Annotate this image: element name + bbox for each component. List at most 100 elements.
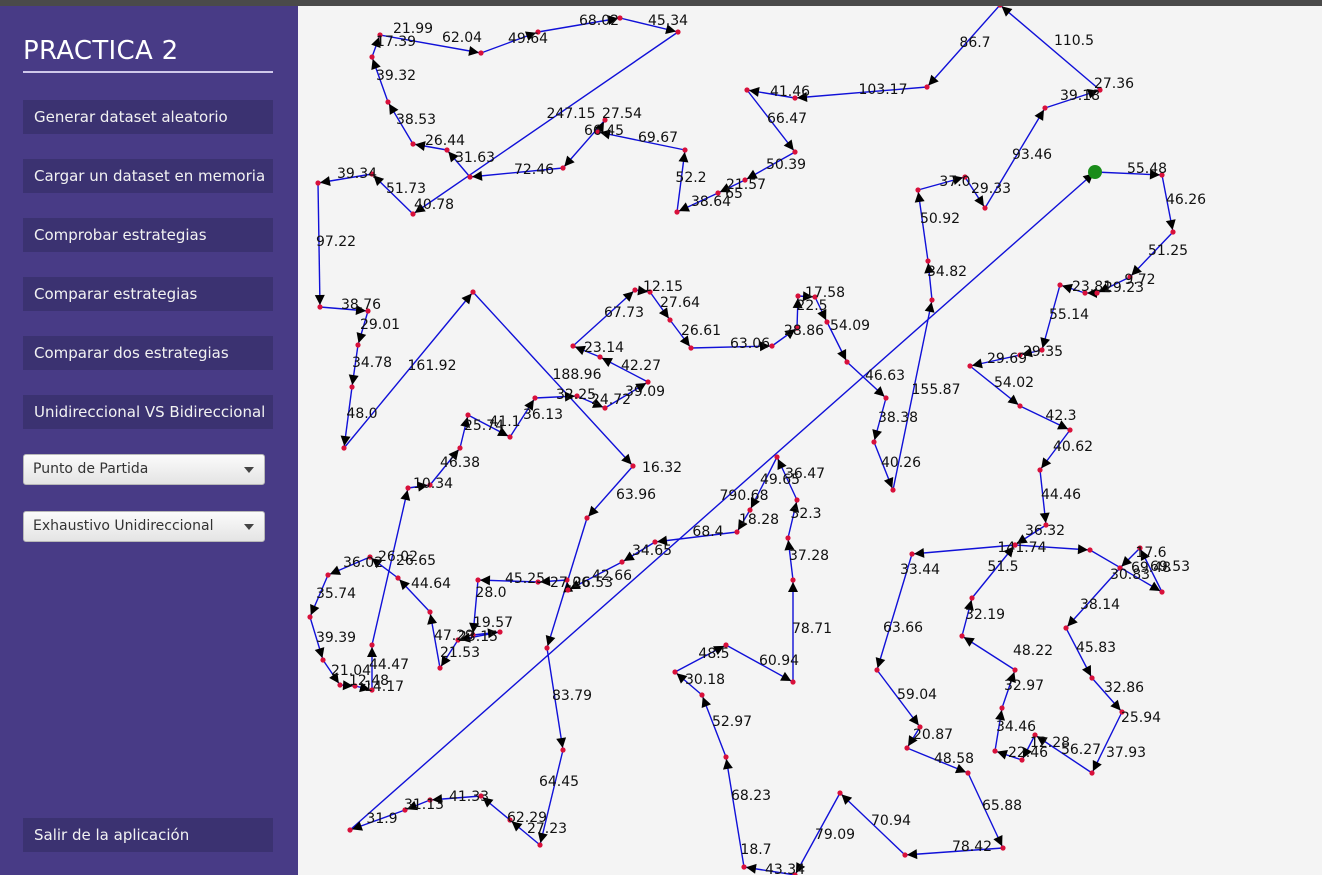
city-node[interactable] [741,864,747,870]
city-node[interactable] [871,439,877,445]
city-node[interactable] [672,669,678,675]
city-node[interactable] [1037,467,1043,473]
city-node[interactable] [790,679,796,685]
city-node[interactable] [1042,105,1048,111]
city-node[interactable] [619,559,625,565]
city-node[interactable] [532,395,538,401]
city-node[interactable] [723,754,729,760]
city-node[interactable] [999,705,1005,711]
city-node[interactable] [395,575,401,581]
city-node[interactable] [909,551,915,557]
city-node[interactable] [769,343,775,349]
city-node[interactable] [475,577,481,583]
city-node[interactable] [410,141,416,147]
city-node[interactable] [837,790,843,796]
city-node[interactable] [785,535,791,541]
city-node[interactable] [992,748,998,754]
city-node[interactable] [570,343,576,349]
city-node[interactable] [467,174,473,180]
city-node[interactable] [1087,547,1093,553]
edge-label: 55.14 [1049,307,1089,323]
city-node[interactable] [369,54,375,60]
city-node[interactable] [307,614,313,620]
city-node[interactable] [341,445,347,451]
city-node[interactable] [924,84,930,90]
city-node[interactable] [1017,403,1023,409]
start-point-select[interactable]: Punto de Partida [23,454,265,485]
city-node[interactable] [457,445,463,451]
city-node[interactable] [427,609,433,615]
city-node[interactable] [1089,770,1095,776]
city-node[interactable] [794,497,800,503]
city-node[interactable] [929,297,935,303]
city-node[interactable] [902,852,908,858]
city-node[interactable] [560,165,566,171]
app-title: PRACTICA 2 [23,36,179,66]
city-node[interactable] [1012,667,1018,673]
city-node[interactable] [470,289,476,295]
city-node[interactable] [544,645,550,651]
unidirectional-vs-bidirectional-button[interactable]: Unidireccional VS Bidireccional [23,395,273,429]
city-node[interactable] [347,827,353,833]
city-node[interactable] [1089,675,1095,681]
city-node[interactable] [904,745,910,751]
city-node[interactable] [774,454,780,460]
city-node[interactable] [630,463,636,469]
city-node[interactable] [790,577,796,583]
city-node[interactable] [792,149,798,155]
city-node[interactable] [632,287,638,293]
city-node[interactable] [560,747,566,753]
city-node[interactable] [874,667,880,673]
city-node[interactable] [320,657,326,663]
city-node[interactable] [883,395,889,401]
load-dataset-button[interactable]: Cargar un dataset en memoria [23,159,273,193]
exit-button[interactable]: Salir de la aplicación [23,818,273,852]
city-node[interactable] [325,572,331,578]
city-node[interactable] [478,50,484,56]
city-node[interactable] [824,319,830,325]
city-node[interactable] [584,515,590,521]
compare-strategies-button[interactable]: Comparar estrategias [23,277,273,311]
city-node[interactable] [1159,589,1165,595]
city-node[interactable] [317,304,323,310]
generate-dataset-button[interactable]: Generar dataset aleatorio [23,100,273,134]
city-node[interactable] [1170,229,1176,235]
city-node[interactable] [667,317,673,323]
city-node[interactable] [349,384,355,390]
city-node[interactable] [1067,427,1073,433]
city-node[interactable] [369,642,375,648]
city-node[interactable] [965,770,971,776]
city-node[interactable] [405,485,411,491]
city-node[interactable] [967,363,973,369]
city-node[interactable] [699,692,705,698]
city-node[interactable] [744,87,750,93]
city-node[interactable] [682,147,688,153]
city-node[interactable] [465,412,471,418]
city-node[interactable] [507,434,513,440]
compare-two-strategies-button[interactable]: Comparar dos estrategias [23,336,273,370]
city-node[interactable] [890,487,896,493]
city-node[interactable] [915,187,921,193]
strategy-select[interactable]: Exhaustivo Unidireccional [23,511,265,542]
city-node[interactable] [355,342,361,348]
city-node[interactable] [925,258,931,264]
graph-canvas[interactable]: 21.99 17.39 62.04 49.64 68.02 45.34 86.7 110.5 2… [298,6,1322,875]
city-node[interactable] [1000,845,1006,851]
city-node[interactable] [537,842,543,848]
start-node[interactable] [1088,165,1102,179]
city-node[interactable] [385,99,391,105]
city-node[interactable] [437,665,443,671]
city-node[interactable] [315,180,321,186]
city-node[interactable] [1063,625,1069,631]
city-node[interactable] [969,595,975,601]
city-node[interactable] [688,345,694,351]
city-node[interactable] [844,359,850,365]
city-node[interactable] [982,205,988,211]
city-node[interactable] [674,209,680,215]
city-node[interactable] [734,529,740,535]
check-strategies-button[interactable]: Comprobar estrategias [23,218,273,252]
city-node[interactable] [959,633,965,639]
city-node[interactable] [1057,282,1063,288]
city-node[interactable] [675,29,681,35]
city-node[interactable] [337,682,343,688]
